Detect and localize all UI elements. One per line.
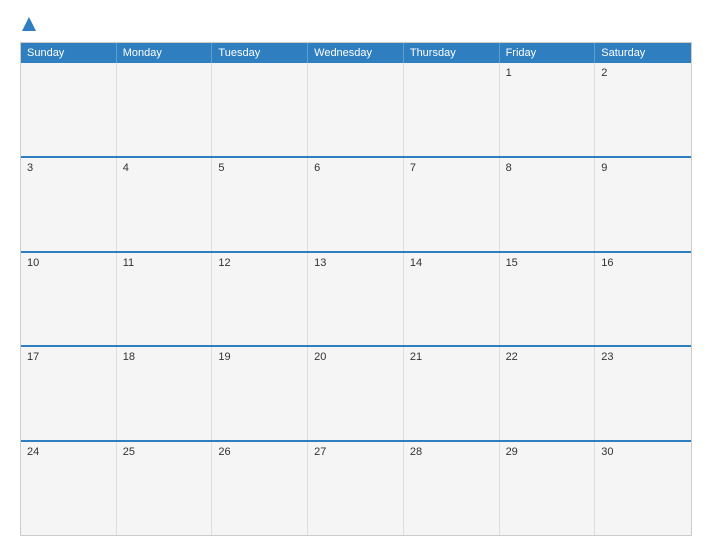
day-number: 23	[601, 351, 613, 363]
day-cell: 30	[595, 442, 691, 535]
day-cell: 1	[500, 63, 596, 156]
day-number: 7	[410, 162, 416, 174]
day-cell: 18	[117, 347, 213, 440]
day-number: 17	[27, 351, 39, 363]
day-cell: 28	[404, 442, 500, 535]
day-cell: 3	[21, 158, 117, 251]
day-header-saturday: Saturday	[595, 43, 691, 63]
day-cell: 22	[500, 347, 596, 440]
day-cell	[404, 63, 500, 156]
day-cell	[21, 63, 117, 156]
day-cell: 6	[308, 158, 404, 251]
day-cell: 11	[117, 253, 213, 346]
week-row-4: 17 18 19 20 21 22 23	[21, 345, 691, 440]
day-number: 8	[506, 162, 512, 174]
day-number: 1	[506, 67, 512, 79]
day-number: 29	[506, 446, 518, 458]
day-number: 19	[218, 351, 230, 363]
day-number: 16	[601, 257, 613, 269]
day-cell: 15	[500, 253, 596, 346]
day-number: 4	[123, 162, 129, 174]
calendar: SundayMondayTuesdayWednesdayThursdayFrid…	[20, 42, 692, 536]
day-number: 26	[218, 446, 230, 458]
day-number: 27	[314, 446, 326, 458]
day-number: 25	[123, 446, 135, 458]
day-cell: 20	[308, 347, 404, 440]
weeks-container: 1234567891011121314151617181920212223242…	[21, 63, 691, 535]
day-cell: 4	[117, 158, 213, 251]
day-cell: 7	[404, 158, 500, 251]
day-number: 10	[27, 257, 39, 269]
day-number: 21	[410, 351, 422, 363]
day-number: 3	[27, 162, 33, 174]
day-cell: 25	[117, 442, 213, 535]
day-number: 2	[601, 67, 607, 79]
day-cell: 17	[21, 347, 117, 440]
day-header-thursday: Thursday	[404, 43, 500, 63]
logo-triangle-icon	[22, 17, 36, 31]
day-number: 14	[410, 257, 422, 269]
day-number: 6	[314, 162, 320, 174]
day-cell: 13	[308, 253, 404, 346]
day-number: 30	[601, 446, 613, 458]
day-cell: 8	[500, 158, 596, 251]
day-cell: 19	[212, 347, 308, 440]
day-number: 13	[314, 257, 326, 269]
day-cell: 9	[595, 158, 691, 251]
day-cell: 16	[595, 253, 691, 346]
day-cell: 27	[308, 442, 404, 535]
day-header-tuesday: Tuesday	[212, 43, 308, 63]
days-header: SundayMondayTuesdayWednesdayThursdayFrid…	[21, 43, 691, 63]
day-header-monday: Monday	[117, 43, 213, 63]
day-cell: 26	[212, 442, 308, 535]
day-cell	[212, 63, 308, 156]
page: SundayMondayTuesdayWednesdayThursdayFrid…	[0, 0, 712, 550]
day-number: 15	[506, 257, 518, 269]
week-row-2: 3 4 5 6 7 8 9	[21, 156, 691, 251]
logo	[20, 18, 36, 32]
day-header-friday: Friday	[500, 43, 596, 63]
day-number: 5	[218, 162, 224, 174]
day-number: 12	[218, 257, 230, 269]
day-cell: 5	[212, 158, 308, 251]
day-cell: 10	[21, 253, 117, 346]
day-header-sunday: Sunday	[21, 43, 117, 63]
day-cell: 2	[595, 63, 691, 156]
day-cell	[117, 63, 213, 156]
day-number: 20	[314, 351, 326, 363]
week-row-5: 24 25 26 27 28 29 30	[21, 440, 691, 535]
day-number: 9	[601, 162, 607, 174]
day-number: 22	[506, 351, 518, 363]
day-cell: 24	[21, 442, 117, 535]
day-cell: 12	[212, 253, 308, 346]
day-number: 11	[123, 257, 134, 269]
week-row-3: 10 11 12 13 14 15 16	[21, 251, 691, 346]
day-number: 28	[410, 446, 422, 458]
day-cell: 29	[500, 442, 596, 535]
day-header-wednesday: Wednesday	[308, 43, 404, 63]
day-cell: 23	[595, 347, 691, 440]
day-cell	[308, 63, 404, 156]
day-cell: 14	[404, 253, 500, 346]
day-number: 24	[27, 446, 39, 458]
header	[20, 18, 692, 32]
week-row-1: 12	[21, 63, 691, 156]
day-number: 18	[123, 351, 135, 363]
day-cell: 21	[404, 347, 500, 440]
